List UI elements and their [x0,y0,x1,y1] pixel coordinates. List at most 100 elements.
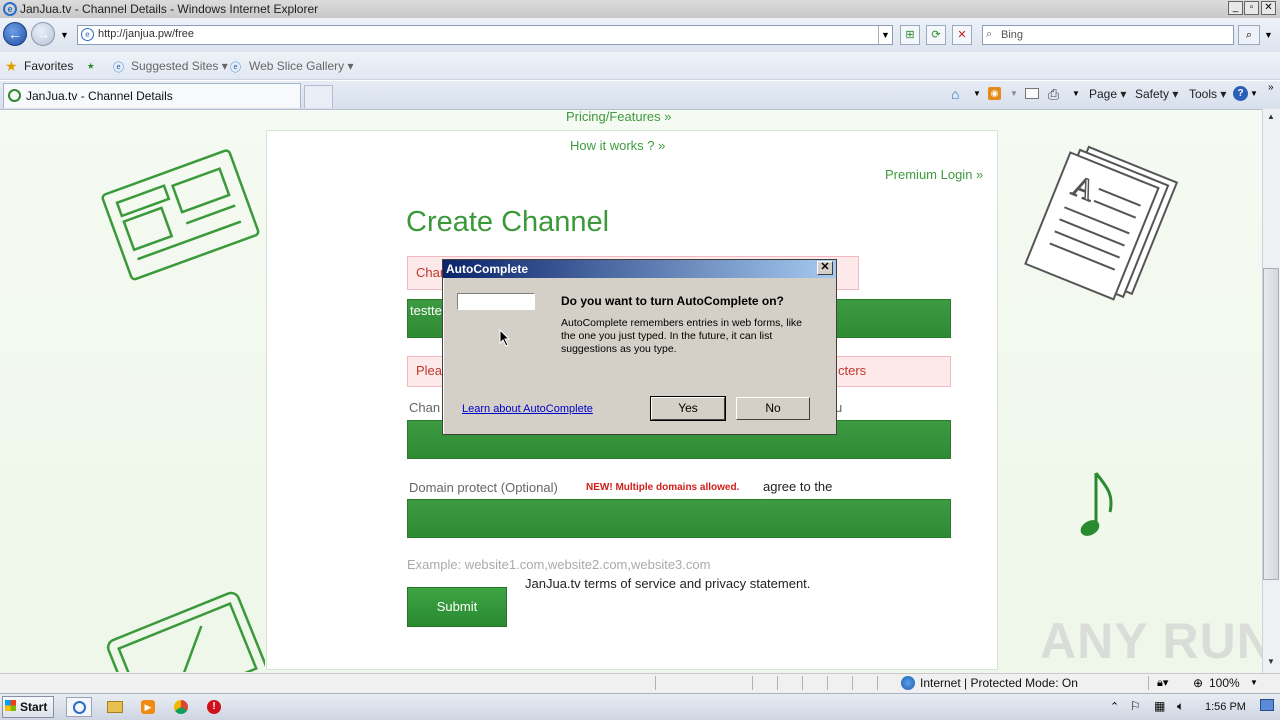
no-button[interactable]: No [736,397,810,420]
window-title-bar: JanJua.tv - Channel Details - Windows In… [0,0,1280,18]
home-icon[interactable]: ⌂ [951,86,959,102]
maximize-button[interactable]: ▫ [1244,1,1259,15]
scrollbar-thumb[interactable] [1263,268,1279,580]
status-divider [777,676,778,690]
page-menu[interactable]: Page ▾ [1089,87,1126,101]
document-decoration-icon: A [1024,145,1179,301]
page-title: Create Channel [406,206,610,238]
channel-name-value: testte [410,303,442,318]
new-feature-badge: NEW! Multiple domains allowed. [586,482,740,493]
minimize-button[interactable]: _ [1228,1,1243,15]
back-button[interactable]: ← [3,22,27,46]
status-divider [655,676,656,690]
taskbar-ie-icon[interactable] [66,697,92,717]
zoom-icon: ⊕ [1193,676,1204,690]
show-hidden-icons-icon[interactable]: ⌃ [1110,700,1119,713]
show-desktop-icon[interactable] [1260,699,1274,711]
status-divider [877,676,878,690]
taskbar-opera-icon[interactable]: ! [201,697,227,717]
url-text[interactable]: http://janjua.pw/free [98,28,194,40]
action-center-flag-icon[interactable]: ⚐ [1130,699,1141,713]
recent-pages-dropdown-icon[interactable]: ▼ [60,30,69,40]
home-dropdown-icon[interactable]: ▼ [973,89,981,98]
submit-button[interactable]: Submit [407,587,507,627]
start-label: Start [20,700,48,714]
search-icon[interactable]: ⌕ [1238,25,1260,45]
terms-text[interactable]: JanJua.tv terms of service and privacy s… [525,576,810,591]
pricing-features-link[interactable]: Pricing/Features » [566,109,672,124]
read-mail-icon[interactable] [1025,88,1039,99]
ie-logo-icon: e [3,2,17,16]
favorites-button[interactable]: Favorites [24,59,73,73]
mouse-cursor-icon [499,329,511,347]
zoom-dropdown-icon[interactable]: ▼ [1250,678,1258,687]
volume-icon[interactable]: 🔈︎ [1177,699,1184,714]
tablet-decoration-icon [106,591,265,672]
help-icon[interactable]: ? [1233,86,1248,101]
status-divider [752,676,753,690]
validation-message-left: Plea [416,363,443,378]
domain-protect-input[interactable] [407,499,951,538]
window-title: JanJua.tv - Channel Details - Windows In… [20,2,319,16]
taskbar-explorer-icon[interactable] [102,697,128,717]
stop-icon[interactable]: ✕ [952,25,972,45]
web-slice-gallery-link[interactable]: Web Slice Gallery ▾ [249,59,354,73]
internet-zone-icon [901,676,915,690]
forward-button[interactable]: → [31,22,55,46]
yes-button[interactable]: Yes [650,396,726,421]
chevron-more-icon[interactable]: » [1268,82,1274,93]
dialog-title: AutoComplete [443,260,836,278]
address-bar[interactable] [77,25,893,45]
suggested-sites-link[interactable]: Suggested Sites ▾ [131,59,228,73]
search-input[interactable]: Bing [982,25,1234,45]
page-icon: e [81,28,94,41]
compatibility-view-icon[interactable]: ⊞ [900,25,920,45]
learn-autocomplete-link[interactable]: Learn about AutoComplete [462,403,593,415]
how-it-works-link[interactable]: How it works ? » [570,138,665,153]
taskbar-media-player-icon[interactable]: ▶ [135,697,161,717]
taskbar-clock[interactable]: 1:56 PM [1205,701,1246,713]
tab-label: JanJua.tv - Channel Details [26,89,173,103]
star-icon: ★ [5,58,18,74]
address-dropdown-icon[interactable]: ▼ [878,26,892,44]
tab-loading-icon [8,89,21,102]
feeds-dropdown-icon[interactable]: ▼ [1010,89,1018,98]
taskbar-chrome-icon[interactable] [168,697,194,717]
status-divider [852,676,853,690]
dialog-question: Do you want to turn AutoComplete on? [561,294,784,308]
anyrun-watermark: ANY RUN [1040,613,1274,669]
help-dropdown-icon[interactable]: ▼ [1250,89,1258,98]
autocomplete-sample-field [457,293,535,310]
close-window-button[interactable]: ✕ [1261,1,1276,15]
search-options-dropdown-icon[interactable]: ▼ [1264,30,1273,40]
newspaper-decoration-icon [101,149,260,281]
security-zone-text[interactable]: Internet | Protected Mode: On [920,676,1078,690]
suggested-sites-icon: ⓔ [113,62,124,74]
web-slice-icon: ⓔ [230,62,241,74]
add-to-favorites-icon[interactable]: ⭑ [87,57,95,74]
scroll-down-icon[interactable]: ▼ [1263,655,1279,669]
feeds-icon[interactable]: ◉ [988,87,1001,100]
new-tab-button[interactable] [304,85,333,108]
search-placeholder: Bing [1001,29,1024,41]
domain-protect-label: Domain protect (Optional) [409,480,558,495]
agree-text: agree to the [763,479,833,494]
tab-janjua[interactable]: JanJua.tv - Channel Details [3,83,301,108]
tools-menu[interactable]: Tools ▾ [1189,87,1226,101]
status-divider [827,676,828,690]
premium-login-link[interactable]: Premium Login » [885,167,983,182]
music-note-decoration-icon [1080,472,1113,536]
dialog-body-text: AutoComplete remembers entries in web fo… [561,317,803,355]
bing-icon: ⌕ [986,28,993,40]
dialog-close-button[interactable]: ✕ [817,261,833,275]
print-icon[interactable]: ⎙ [1048,86,1059,103]
safety-menu[interactable]: Safety ▾ [1135,87,1178,101]
zoom-level[interactable]: 100% [1209,676,1240,690]
channel-label: Chan [409,400,441,415]
scroll-up-icon[interactable]: ▲ [1263,110,1279,124]
domain-example-text: Example: website1.com,website2.com,websi… [407,557,711,572]
network-icon[interactable]: ▦ [1154,699,1165,713]
print-dropdown-icon[interactable]: ▼ [1072,89,1080,98]
refresh-icon[interactable]: ⟳ [926,25,946,45]
protected-mode-icon[interactable]: 🔒︎▾ [1157,676,1168,690]
